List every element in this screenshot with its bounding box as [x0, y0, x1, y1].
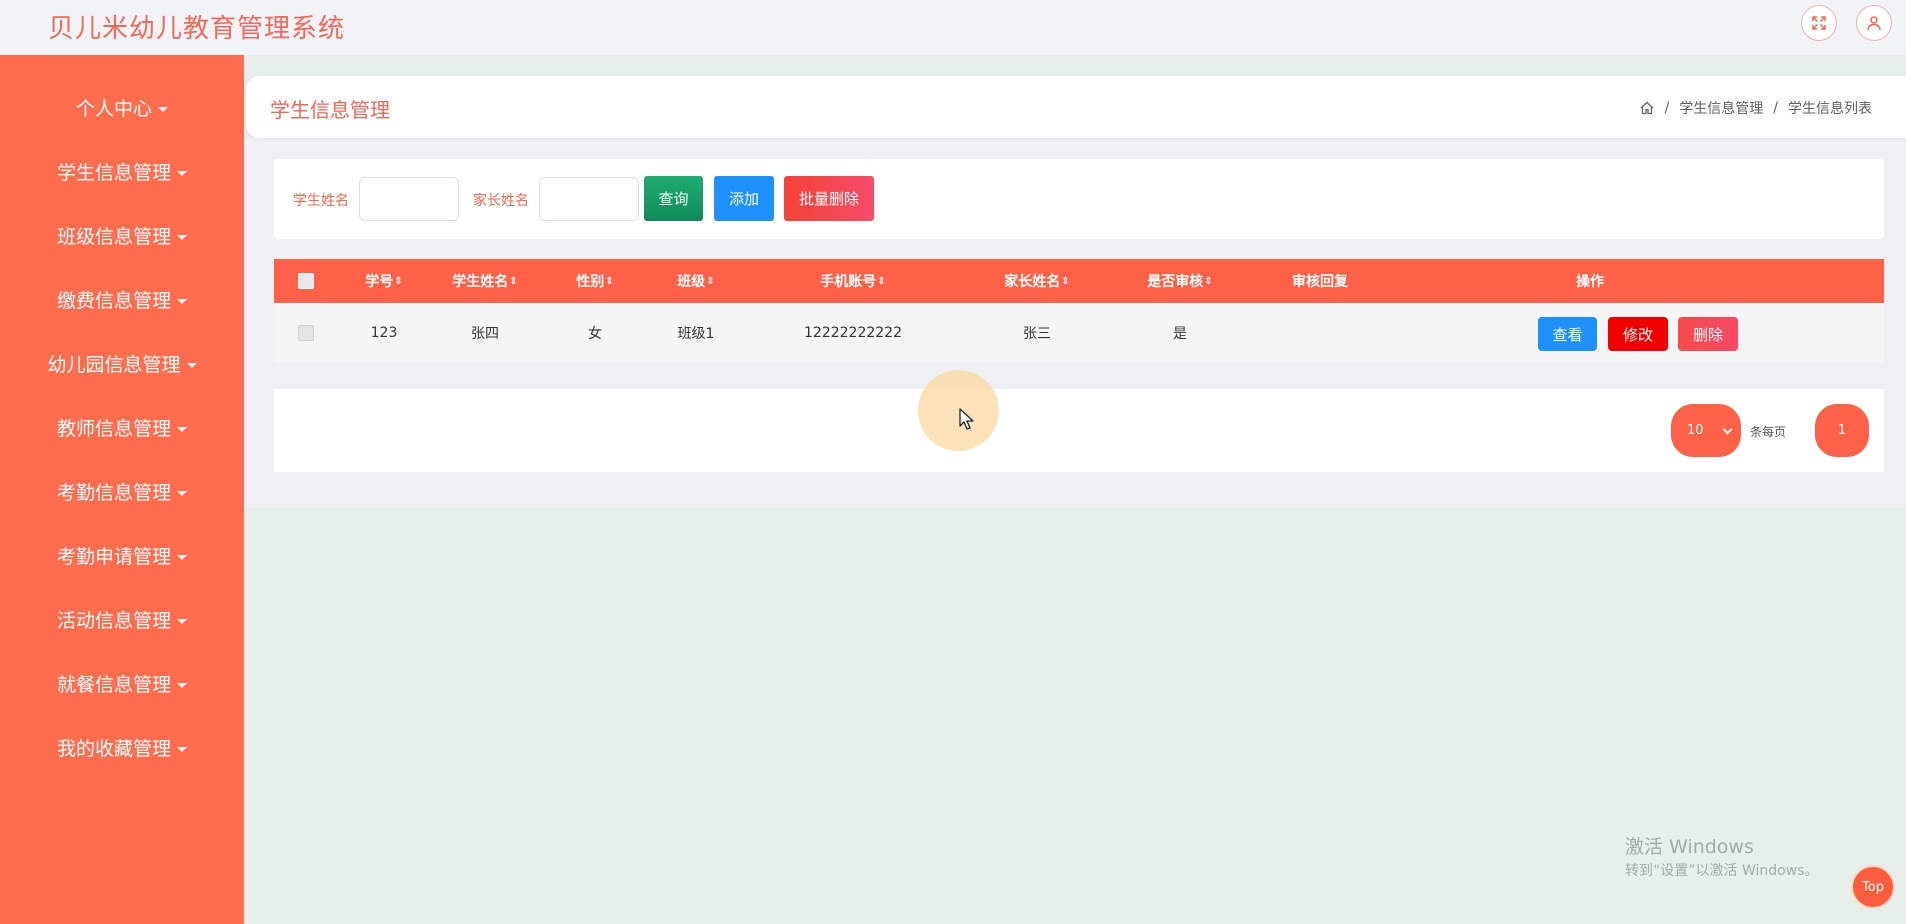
back-to-top-button[interactable]: Top [1851, 865, 1895, 909]
sidebar-item-attendance-requests[interactable]: 考勤申请管理 [0, 542, 244, 569]
user-icon[interactable] [1856, 5, 1892, 41]
row-select-cell[interactable] [274, 303, 338, 363]
sidebar-item-label: 我的收藏管理 [56, 738, 171, 760]
per-page-label: 条每页 [1750, 425, 1787, 439]
windows-watermark-title: 激活 Windows [1625, 836, 1754, 858]
row-checkbox[interactable] [298, 325, 314, 341]
sidebar-item-meals[interactable]: 就餐信息管理 [0, 670, 244, 697]
caret-down-icon [158, 107, 168, 112]
sidebar-item-label: 就餐信息管理 [56, 674, 171, 696]
caret-down-icon [177, 171, 187, 176]
caret-down-icon [177, 299, 187, 304]
sidebar-item-label: 考勤申请管理 [56, 546, 171, 568]
view-button[interactable]: 查看 [1538, 317, 1597, 351]
caret-down-icon [177, 683, 187, 688]
column-header-class[interactable]: 班级 ⇕ [650, 259, 742, 303]
select-all-checkbox[interactable] [298, 273, 314, 289]
breadcrumb-item-student-management[interactable]: 学生信息管理 [1679, 98, 1763, 118]
breadcrumb: / 学生信息管理 / 学生信息列表 [1639, 98, 1872, 118]
sidebar-item-activities[interactable]: 活动信息管理 [0, 606, 244, 633]
sort-icon[interactable]: ⇕ [605, 276, 613, 287]
sidebar-item-label: 教师信息管理 [56, 418, 171, 440]
column-header-id[interactable]: 学号 ⇕ [338, 259, 430, 303]
select-all-cell[interactable] [274, 259, 338, 303]
cell-id: 123 [370, 325, 398, 341]
page-header: 学生信息管理 / 学生信息管理 / 学生信息列表 [246, 76, 1906, 138]
cell-student-name: 张四 [471, 326, 499, 342]
sidebar-item-attendance[interactable]: 考勤信息管理 [0, 478, 244, 505]
sidebar-item-favorites[interactable]: 我的收藏管理 [0, 734, 244, 761]
page-number-button[interactable]: 1 [1815, 404, 1869, 457]
student-name-input[interactable] [359, 177, 459, 221]
delete-button[interactable]: 删除 [1678, 317, 1738, 351]
column-header-actions: 操作 [1576, 274, 1604, 290]
breadcrumb-item-student-list: 学生信息列表 [1788, 101, 1872, 117]
top-header: 贝儿米幼儿教育管理系统 [0, 0, 1906, 55]
query-button[interactable]: 查询 [644, 176, 703, 221]
column-header-reply: 审核回复 [1292, 274, 1348, 290]
windows-watermark-subtitle: 转到“设置”以激活 Windows。 [1625, 863, 1819, 879]
sort-icon[interactable]: ⇕ [1061, 276, 1069, 287]
page-size-value: 10 [1687, 423, 1704, 438]
cell-reply [1250, 303, 1390, 363]
sidebar-item-teachers[interactable]: 教师信息管理 [0, 414, 244, 441]
caret-down-icon [177, 555, 187, 560]
parent-name-input[interactable] [539, 177, 639, 221]
cell-gender: 女 [588, 326, 602, 342]
column-header-approved[interactable]: 是否审核 ⇕ [1110, 259, 1250, 303]
cell-class: 班级1 [677, 326, 715, 342]
caret-down-icon [177, 619, 187, 624]
sidebar-item-label: 学生信息管理 [56, 162, 171, 184]
sidebar-item-label: 缴费信息管理 [56, 290, 171, 312]
sidebar-item-label: 个人中心 [75, 98, 152, 120]
sidebar-item-personal-center[interactable]: 个人中心 [0, 94, 244, 121]
breadcrumb-separator: / [1664, 100, 1670, 116]
cell-approved: 是 [1173, 326, 1187, 342]
chevron-down-icon [1722, 424, 1733, 435]
caret-down-icon [177, 491, 187, 496]
sidebar-item-kindergarten[interactable]: 幼儿园信息管理 [0, 350, 244, 377]
sidebar: 个人中心 学生信息管理 班级信息管理 缴费信息管理 幼儿园信息管理 教师信息管理… [0, 55, 244, 924]
home-icon[interactable] [1639, 100, 1655, 116]
sidebar-item-label: 活动信息管理 [56, 610, 171, 632]
fullscreen-icon[interactable] [1801, 5, 1837, 41]
caret-down-icon [177, 427, 187, 432]
sort-icon[interactable]: ⇕ [1204, 276, 1212, 287]
caret-down-icon [177, 747, 187, 752]
sidebar-item-label: 班级信息管理 [56, 226, 171, 248]
add-button[interactable]: 添加 [714, 176, 774, 221]
caret-down-icon [186, 363, 197, 368]
sort-icon[interactable]: ⇕ [706, 276, 714, 287]
breadcrumb-separator: / [1773, 100, 1778, 116]
pagination-bar [274, 389, 1884, 472]
student-name-label: 学生姓名 [293, 193, 349, 209]
column-header-student-name[interactable]: 学生姓名 ⇕ [430, 259, 540, 303]
sort-icon[interactable]: ⇕ [509, 276, 517, 287]
mouse-cursor-icon [959, 408, 974, 430]
table-header: 学号 ⇕ 学生姓名 ⇕ 性别 ⇕ 班级 ⇕ 手机账号 ⇕ 家长姓名 ⇕ 是否审核 ⇕ 审核回复… [274, 259, 1884, 303]
page-title: 学生信息管理 [270, 98, 390, 122]
cell-parent-name: 张三 [1023, 326, 1051, 342]
app-title: 贝儿米幼儿教育管理系统 [48, 14, 346, 44]
sidebar-item-label: 幼儿园信息管理 [47, 354, 181, 376]
sidebar-item-classes[interactable]: 班级信息管理 [0, 222, 244, 249]
column-header-phone[interactable]: 手机账号 ⇕ [742, 259, 964, 303]
table-row: 123 张四 女 班级1 12222222222 张三 是 查看 修改 删除 [274, 303, 1884, 363]
sidebar-item-students[interactable]: 学生信息管理 [0, 158, 244, 185]
cell-phone: 12222222222 [804, 325, 902, 341]
page-size-select[interactable]: 10 [1671, 404, 1741, 457]
edit-button[interactable]: 修改 [1608, 317, 1668, 351]
column-header-parent-name[interactable]: 家长姓名 ⇕ [964, 259, 1110, 303]
batch-delete-button[interactable]: 批量删除 [784, 176, 874, 221]
sidebar-item-label: 考勤信息管理 [56, 482, 171, 504]
caret-down-icon [177, 235, 187, 240]
sort-icon[interactable]: ⇕ [394, 276, 402, 287]
column-header-gender[interactable]: 性别 ⇕ [540, 259, 650, 303]
sidebar-item-payments[interactable]: 缴费信息管理 [0, 286, 244, 313]
parent-name-label: 家长姓名 [473, 193, 529, 209]
sort-icon[interactable]: ⇕ [877, 276, 885, 287]
